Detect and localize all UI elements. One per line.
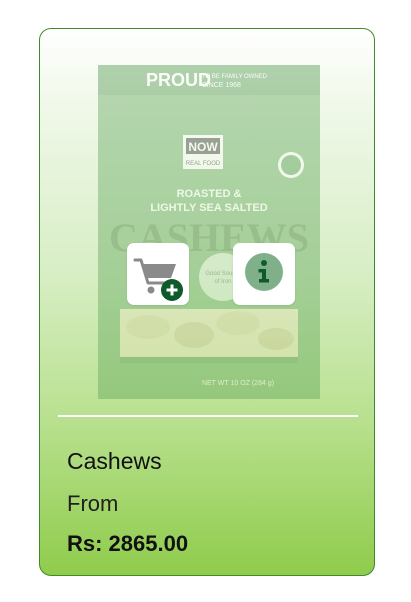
package-line-2: LIGHTLY SEA SALTED [150,202,267,214]
package-brand: NOW [188,140,218,154]
product-price: Rs: 2865.00 [67,531,189,556]
info-button[interactable] [233,243,295,305]
package-net-weight: NET WT 10 OZ (284 g) [202,380,274,387]
package-banner-small-1: TO BE FAMILY OWNED [202,74,268,80]
price-prefix: From [67,491,119,516]
package-badge-line-2: of Iron [214,279,231,285]
add-to-cart-button[interactable] [127,243,189,305]
card-divider [58,415,358,417]
product-image[interactable]: PROUD TO BE FAMILY OWNED SINCE 1968 NOW … [98,65,320,399]
package-brand-sub: REAL FOOD [186,161,221,167]
package-banner-small-2: SINCE 1968 [202,82,241,89]
product-name[interactable]: Cashews [67,448,162,475]
product-card[interactable]: PROUD TO BE FAMILY OWNED SINCE 1968 NOW … [39,28,375,576]
package-line-1: ROASTED & [177,188,242,200]
